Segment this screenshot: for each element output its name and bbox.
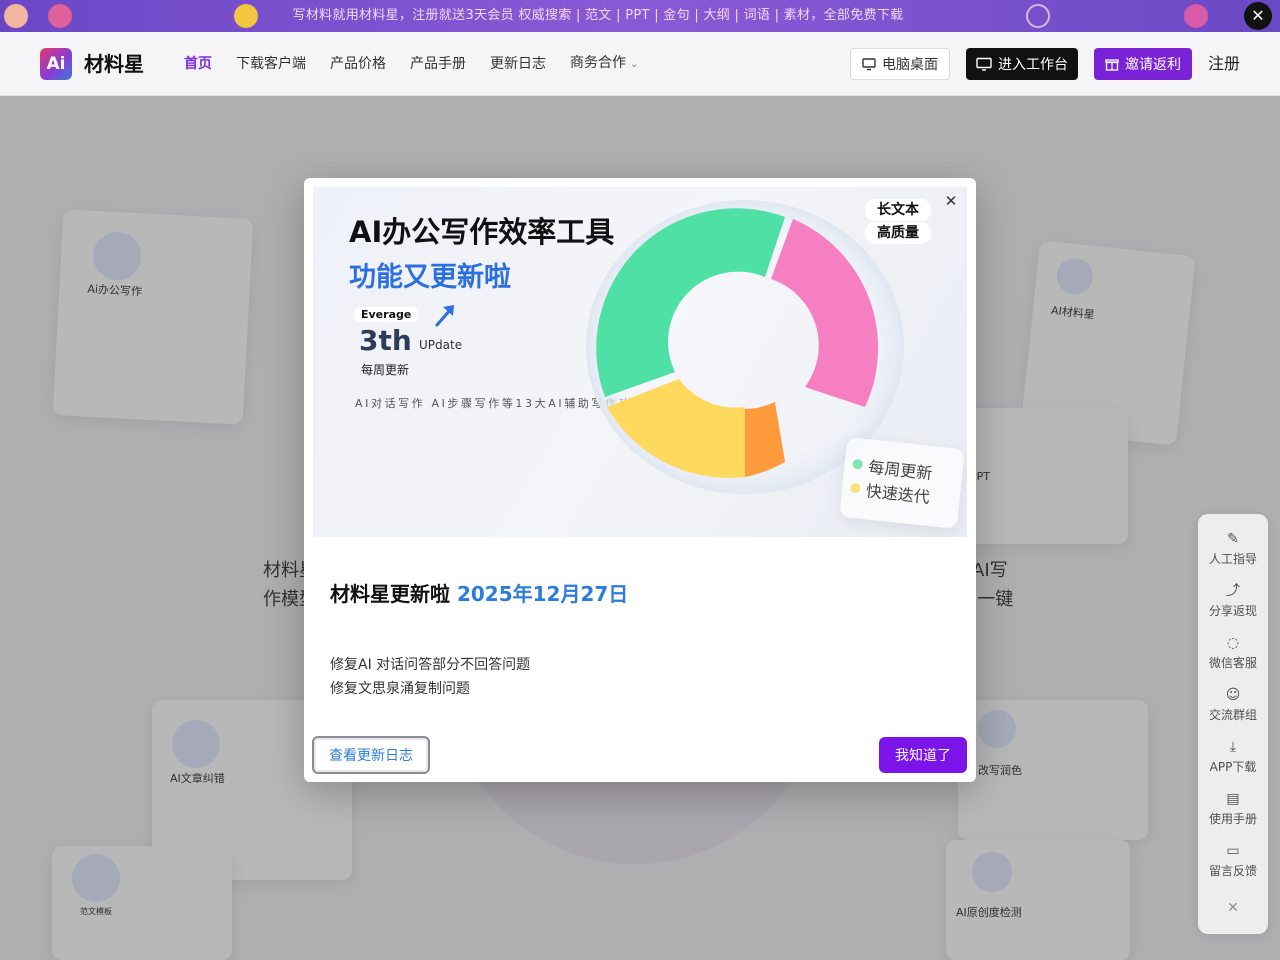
nav-manual[interactable]: 产品手册 [410,32,466,96]
modal-date: 2025年12月27日 [456,582,629,606]
sidebar-item-label: 分享返现 [1208,604,1257,618]
screen-icon [976,57,992,71]
sidebar-item-manual[interactable]: ▤ 使用手册 [1198,790,1268,827]
sidebar-item-label: 微信客服 [1208,656,1257,670]
chat-icon: ◌ [1226,635,1240,651]
green-dot-icon [852,458,864,470]
sidebar-item-label: 人工指导 [1208,552,1257,566]
hero-big-text: 3th [359,324,412,357]
modal-title-text: 材料星更新啦 [330,582,450,606]
nav-pricing[interactable]: 产品价格 [330,32,386,96]
floating-sidebar: ✎ 人工指导 ⤴ 分享返现 ◌ 微信客服 ☺ 交流群组 ⤓ APP下载 ▤ 使用… [1198,514,1268,934]
view-changelog-button[interactable]: 查看更新日志 [312,736,430,774]
sidebar-item-wechat-service[interactable]: ◌ 微信客服 [1198,634,1268,671]
chevron-down-icon: ⌄ [630,59,639,70]
sidebar-item-feedback[interactable]: ▭ 留言反馈 [1198,842,1268,879]
nav-business[interactable]: 商务合作 ⌄ [570,31,638,97]
nav-changelog[interactable]: 更新日志 [490,32,546,96]
promo-banner[interactable]: 写材料就用材料星，注册就送3天会员 权威搜索 | 范文 | PPT | 金句 |… [0,0,1280,32]
feedback-icon: ▭ [1226,843,1240,859]
sidebar-item-app-download[interactable]: ⤓ APP下载 [1198,738,1268,775]
got-it-button[interactable]: 我知道了 [879,737,967,773]
hero-badge: Everage [353,307,420,322]
pencil-icon: ✎ [1227,531,1239,547]
changelog-line: 修复文思泉涌复制问题 [330,681,470,697]
gift-icon [1105,59,1119,71]
hero-update-text: UPdate [419,338,463,352]
group-icon: ☺ [1225,687,1241,703]
sidebar-item-label: APP下载 [1209,760,1257,774]
hero-weekly-text: 每周更新 [361,363,410,377]
workspace-button-label: 进入工作台 [998,57,1068,73]
register-link[interactable]: 注册 [1208,48,1240,80]
changelog-line: 修复AI 对话问答部分不回答问题 [330,657,531,673]
yellow-dot-icon [849,482,861,494]
sidebar-item-guidance[interactable]: ✎ 人工指导 [1198,530,1268,567]
sidebar-item-share[interactable]: ⤴ 分享返现 [1198,582,1268,619]
site-header: Ai 材料星 首页 下载客户端 产品价格 产品手册 更新日志 商务合作 ⌄ 电脑桌… [0,32,1280,96]
hero-tag-high-quality: 高质量 [865,222,931,244]
desktop-button-label: 电脑桌面 [882,57,938,73]
modal-hero-banner: AI办公写作效率工具 功能又更新啦 Everage 3th UPdate 每周更… [313,187,967,537]
modal-title: 材料星更新啦 2025年12月27日 [330,578,628,607]
sidebar-item-label: 交流群组 [1208,708,1257,722]
monitor-icon [862,58,876,71]
share-icon: ⤴ [1226,583,1240,599]
sidebar-item-label: 使用手册 [1208,812,1257,826]
desktop-button[interactable]: 电脑桌面 [850,48,950,80]
hero-tag-long-text: 长文本 [865,199,931,221]
manual-icon: ▤ [1226,791,1240,807]
nav-home[interactable]: 首页 [184,32,212,96]
download-icon: ⤓ [1229,739,1237,755]
close-icon[interactable]: ✕ [943,193,959,209]
nav-business-label: 商务合作 [570,55,626,71]
main-nav: 首页 下载客户端 产品价格 产品手册 更新日志 商务合作 ⌄ [184,32,662,96]
sidebar-item-groups[interactable]: ☺ 交流群组 [1198,686,1268,723]
promo-close-icon[interactable]: ✕ [1244,2,1272,30]
sidebar-item-label: 留言反馈 [1208,864,1257,878]
logo-icon[interactable]: Ai [40,48,72,80]
invite-button-label: 邀请返利 [1125,57,1181,73]
hero-glass-card: 每周更新 快速迭代 [839,437,965,529]
arrow-up-right-icon [435,305,454,327]
promo-text: 写材料就用材料星，注册就送3天会员 权威搜索 | 范文 | PPT | 金句 |… [292,8,904,23]
brand-name[interactable]: 材料星 [84,50,144,78]
nav-download-client[interactable]: 下载客户端 [236,32,306,96]
invite-button[interactable]: 邀请返利 [1094,48,1192,80]
workspace-button[interactable]: 进入工作台 [966,48,1078,80]
sidebar-close-icon[interactable]: ✕ [1198,900,1268,916]
hero-subtitle: 功能又更新啦 [349,262,511,293]
update-modal: AI办公写作效率工具 功能又更新啦 Everage 3th UPdate 每周更… [304,178,976,782]
